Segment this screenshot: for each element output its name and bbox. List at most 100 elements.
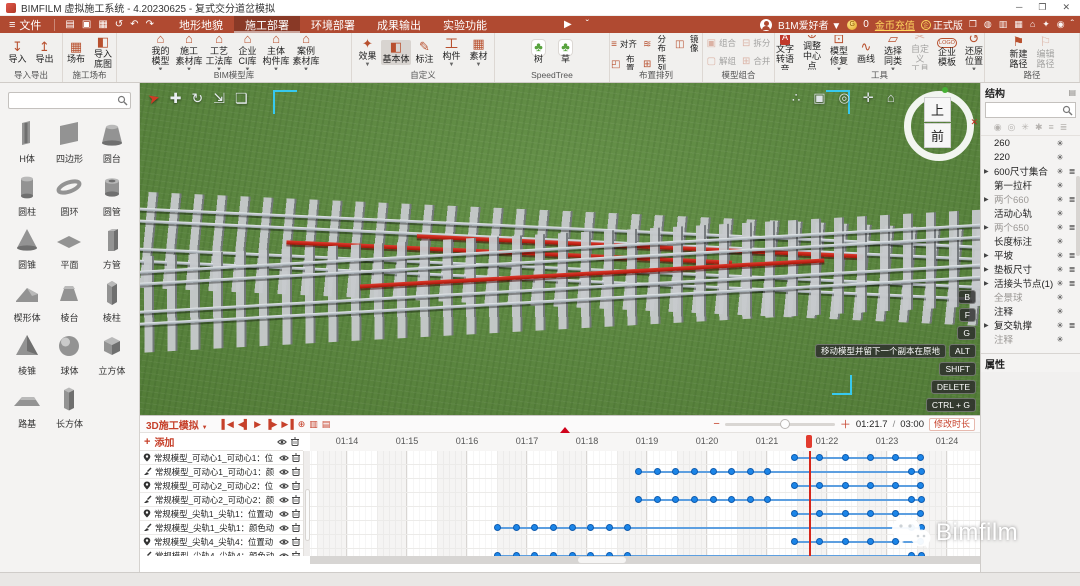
file-menu-button[interactable]: ≡ 文件 (0, 16, 50, 33)
tree-item-9[interactable]: ▶垫板尺寸✳≣ (981, 262, 1080, 276)
tab-construction[interactable]: 施工部署 (234, 16, 300, 33)
track-visibility-icon[interactable] (279, 454, 289, 462)
play2-icon[interactable]: ▶ (254, 419, 260, 430)
tree-item-14[interactable]: 注释✳ (981, 332, 1080, 346)
redo-icon[interactable]: ↷ (146, 19, 154, 30)
keyframe[interactable] (908, 524, 915, 531)
undo-icon[interactable]: ↶ (130, 19, 138, 30)
keyframe[interactable] (867, 482, 874, 489)
shape-embankment[interactable]: 路基 (6, 382, 48, 430)
ribbon-item-construction-lib[interactable]: ⌂施工素材库▼ (174, 35, 203, 70)
keyframe-lane-1[interactable] (310, 465, 980, 479)
expand-icon[interactable]: ▶ (984, 224, 992, 231)
visibility-icon[interactable]: ✳ (1055, 293, 1065, 302)
shape-pipe[interactable]: 圆管 (91, 170, 133, 218)
layers-icon[interactable]: ≣ (1067, 265, 1077, 274)
shape-cube[interactable]: 立方体 (91, 329, 133, 377)
keyframe[interactable] (917, 510, 924, 517)
track-delete-icon[interactable] (292, 481, 300, 490)
track-delete-icon[interactable] (292, 453, 300, 462)
shape-cone-frustum[interactable]: 圆台 (91, 117, 133, 165)
keyframe[interactable] (747, 496, 754, 503)
keyframe[interactable] (635, 496, 642, 503)
manual-icon[interactable]: ▥ (999, 19, 1008, 30)
keyframe[interactable] (569, 524, 576, 531)
track-row-4[interactable]: 常规模型_尖轨1_尖轨1：位置动 (140, 507, 303, 521)
visibility-icon[interactable]: ✳ (1055, 153, 1065, 162)
ribbon-item-layout[interactable]: ◰布置 (610, 55, 638, 70)
zoom-out-icon[interactable]: − (713, 418, 719, 430)
close-button[interactable]: ✕ (1062, 2, 1070, 13)
show-icon[interactable]: ◉ (994, 122, 1002, 133)
keyframe[interactable] (691, 496, 698, 503)
keyframe[interactable] (550, 524, 557, 531)
keyframe[interactable] (791, 538, 798, 545)
track-delete-icon[interactable] (292, 495, 300, 504)
user-name[interactable]: B1M爱好者 ▼ (778, 17, 841, 32)
ribbon-item-component-lib[interactable]: ⌂主体构件库▼ (262, 35, 291, 70)
track-delete-icon[interactable] (292, 509, 300, 518)
keyframe[interactable] (791, 482, 798, 489)
cursor-icon[interactable]: ➤ (146, 89, 162, 108)
viewport-3d[interactable]: ➤✚↻⇲❏ ∴▣◎✛⌂ 上 前 ✕ BFG移动模型并留下一个副本在原地ALTSH… (140, 83, 980, 415)
visibility-icon[interactable]: ✳ (1055, 167, 1065, 176)
timeline-horizontal-scrollbar[interactable] (310, 556, 980, 564)
keyframe-lane-3[interactable] (310, 493, 980, 507)
keyframe[interactable] (908, 496, 915, 503)
ribbon-item-array[interactable]: ⊞阵列 (642, 55, 670, 70)
ribbon-item-export[interactable]: ↥导出 (32, 40, 58, 65)
gizmo-icon[interactable]: ✛ (863, 90, 874, 106)
track-row-7[interactable]: 常规模型_尖轨4_尖轨4：颜色动 (140, 549, 303, 556)
ribbon-item-case-lib[interactable]: ⌂案例素材库▼ (292, 35, 321, 70)
keyframe[interactable] (747, 468, 754, 475)
shape-prism[interactable]: 棱柱 (91, 276, 133, 324)
primitives-search-input[interactable] (8, 92, 131, 109)
keyframe[interactable] (791, 510, 798, 517)
shape-pyramid-frustum[interactable]: 棱台 (48, 276, 90, 324)
timeline-ruler[interactable]: 01:1401:1501:1601:1701:1801:1901:2001:21… (310, 433, 980, 452)
keyframe[interactable] (917, 454, 924, 461)
visibility-icon[interactable]: ✳ (1055, 195, 1065, 204)
keyframe[interactable] (672, 468, 679, 475)
track-delete-icon[interactable] (292, 537, 300, 546)
keyframe[interactable] (917, 538, 924, 545)
apps-icon[interactable]: ✦ (1042, 19, 1050, 30)
keyframe[interactable] (816, 510, 823, 517)
tree-item-13[interactable]: ▶复交轨撑✳≣ (981, 318, 1080, 332)
frame-icon[interactable]: ❏ (235, 90, 248, 107)
tree-item-3[interactable]: 第一拉杆✳ (981, 178, 1080, 192)
track-row-2[interactable]: 常规模型_可动心2_可动心2：位 (140, 479, 303, 493)
keyframe[interactable] (892, 538, 899, 545)
keyframe[interactable] (635, 468, 642, 475)
visibility-icon[interactable]: ✳ (1055, 265, 1065, 274)
target-icon[interactable]: ◎ (839, 90, 850, 106)
walk-icon[interactable]: ∴ (792, 90, 800, 106)
track-row-0[interactable]: 常规模型_可动心1_可动心1：位 (140, 451, 303, 465)
move-icon[interactable]: ✚ (170, 90, 182, 107)
expand-icon[interactable]: ▶ (984, 280, 992, 287)
camera-icon[interactable]: ▣ (813, 90, 825, 106)
tree-item-0[interactable]: 260✳ (981, 136, 1080, 150)
keyframe-lane-5[interactable] (310, 521, 980, 535)
expand-icon[interactable]: ▶ (984, 252, 992, 259)
keyframe[interactable] (606, 524, 613, 531)
keyframe[interactable] (918, 468, 925, 475)
feedback-icon[interactable]: ◍ (984, 19, 992, 30)
keyframe[interactable] (867, 510, 874, 517)
keyframe[interactable] (764, 468, 771, 475)
visibility-icon[interactable]: ✳ (1055, 251, 1065, 260)
scrollbar-thumb[interactable] (578, 557, 626, 563)
tree-item-7[interactable]: 长度标注✳ (981, 234, 1080, 248)
shape-hbeam[interactable]: H体 (6, 117, 48, 165)
step-forward-icon[interactable]: ▐▶ (265, 419, 276, 430)
keyframe[interactable] (728, 468, 735, 475)
tab-output[interactable]: 成果输出 (366, 16, 432, 33)
minimize-button[interactable]: ─ (1016, 2, 1022, 13)
track-delete-icon[interactable] (292, 467, 300, 476)
track-visibility-icon[interactable] (279, 524, 289, 532)
ribbon-item-center-point[interactable]: ⊕调整中心点▼ (799, 35, 825, 70)
visibility-icon[interactable]: ✳ (1055, 139, 1065, 148)
keyframe[interactable] (816, 538, 823, 545)
ribbon-item-basemap[interactable]: ◧导入底图 (90, 35, 116, 70)
timeline-mode-dropdown[interactable]: 3D施工模拟 ▼ (146, 417, 208, 432)
